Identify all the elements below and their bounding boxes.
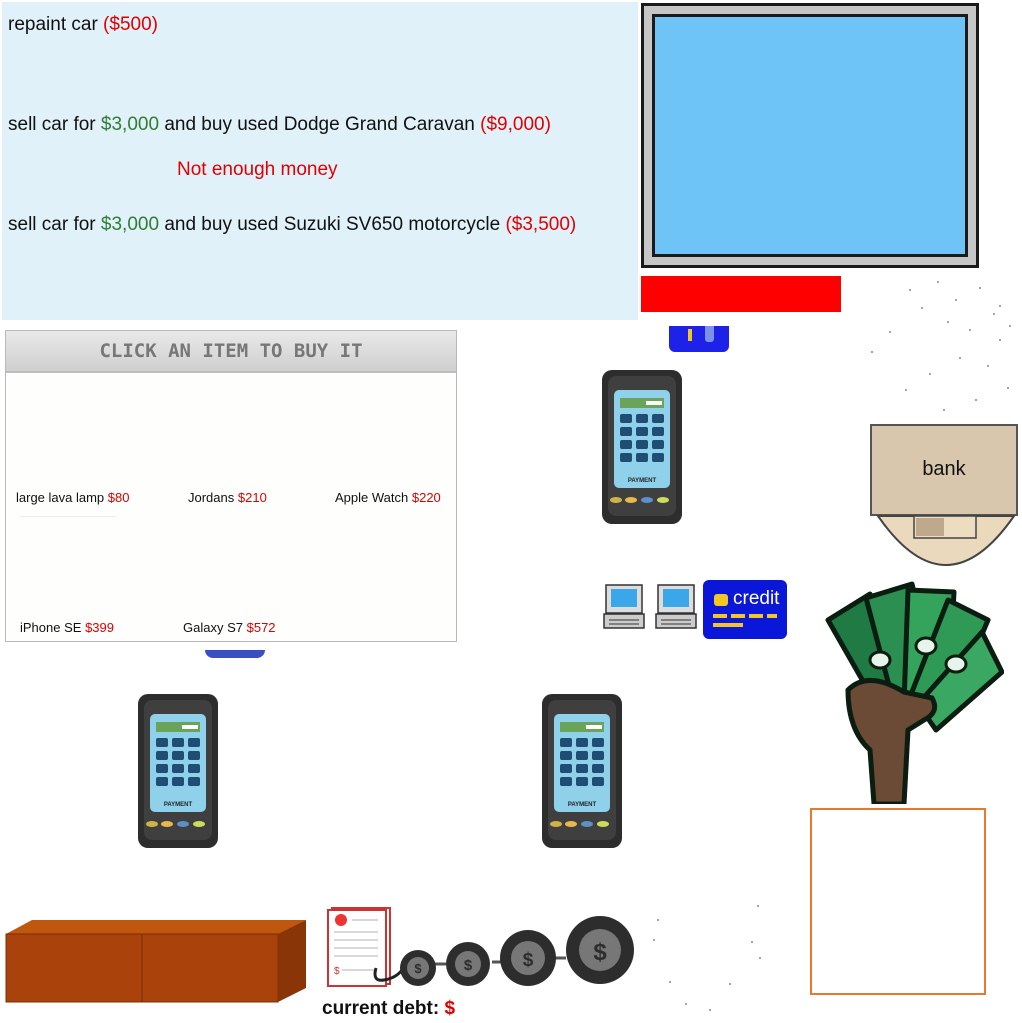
item-name: iPhone SE bbox=[20, 620, 82, 635]
debt-value: $ bbox=[444, 998, 456, 1019]
choice-panel: repaint car ($500) sell car for $3,000 a… bbox=[2, 2, 638, 320]
bank-label: bank bbox=[922, 458, 966, 480]
shop-header: CLICK AN ITEM TO BUY IT bbox=[6, 331, 456, 373]
shop-item-galaxy-s7[interactable]: Galaxy S7 $572 bbox=[183, 620, 276, 635]
computer-icon[interactable] bbox=[603, 584, 645, 630]
option-caravan-price: ($9,000) bbox=[480, 114, 551, 135]
option-motorcycle-sell-price: $3,000 bbox=[100, 214, 160, 235]
scatter-dots bbox=[871, 281, 1011, 411]
shop-item-lava-lamp[interactable]: large lava lamp $80 bbox=[16, 490, 129, 505]
shop-title: CLICK AN ITEM TO BUY IT bbox=[99, 340, 363, 362]
option-buy-caravan[interactable]: sell car for $3,000 and buy used Dodge G… bbox=[8, 114, 551, 136]
item-name: Jordans bbox=[188, 490, 235, 505]
item-price: $210 bbox=[237, 490, 267, 505]
cash-in-hand-icon bbox=[825, 581, 1004, 804]
not-enough-money-warning: Not enough money bbox=[177, 159, 338, 180]
option-buy-motorcycle[interactable]: sell car for $3,000 and buy used Suzuki … bbox=[8, 214, 576, 236]
debt-label: current debt bbox=[322, 998, 433, 1019]
terminal-label: PAYMENT bbox=[568, 802, 597, 808]
terminal-label: PAYMENT bbox=[628, 478, 657, 484]
computer-monitor bbox=[641, 3, 979, 268]
payment-terminal-icon: PAYMENT bbox=[138, 694, 218, 848]
option-caravan-pre: sell car for bbox=[8, 114, 101, 135]
debt-separator: : bbox=[432, 998, 440, 1019]
bank-button[interactable]: bank bbox=[870, 424, 1018, 516]
tab-slot-icon bbox=[705, 326, 714, 342]
svg-text:$: $ bbox=[334, 966, 340, 977]
payment-terminal[interactable]: PAYMENT bbox=[600, 370, 684, 526]
payment-terminal[interactable]: PAYMENT bbox=[136, 694, 220, 850]
wooden-desk bbox=[5, 920, 306, 1003]
option-caravan-sell-price: $3,000 bbox=[100, 114, 160, 135]
item-price: $80 bbox=[107, 490, 130, 505]
computer-icon[interactable] bbox=[655, 584, 697, 630]
red-bar bbox=[641, 276, 841, 312]
payment-terminal[interactable]: PAYMENT bbox=[540, 694, 624, 850]
svg-text:$: $ bbox=[414, 961, 422, 976]
option-repaint-car[interactable]: repaint car ($500) bbox=[8, 14, 158, 36]
svg-text:$: $ bbox=[523, 950, 534, 971]
item-name: Galaxy S7 bbox=[183, 620, 243, 635]
tab-marker-icon bbox=[688, 329, 692, 341]
svg-text:$: $ bbox=[593, 939, 607, 966]
scatter-dots bbox=[653, 905, 761, 1011]
item-price: $572 bbox=[246, 620, 276, 635]
credit-label: credit bbox=[733, 588, 780, 609]
item-price: $399 bbox=[85, 620, 114, 635]
item-price: $220 bbox=[411, 490, 441, 505]
debt-chain-icon: $ $ $ $ $ bbox=[327, 907, 634, 987]
orange-drop-box[interactable] bbox=[810, 808, 986, 995]
bank-vault-icon bbox=[876, 515, 1016, 566]
terminal-label: PAYMENT bbox=[164, 802, 193, 808]
svg-text:$: $ bbox=[464, 957, 473, 974]
shop-item-iphone-se[interactable]: iPhone SE $399 bbox=[20, 620, 114, 635]
shop-item-jordans[interactable]: Jordans $210 bbox=[188, 490, 267, 505]
shop-item-apple-watch[interactable]: Apple Watch $220 bbox=[335, 490, 441, 505]
shop-divider bbox=[20, 516, 116, 517]
item-name: Apple Watch bbox=[335, 490, 409, 505]
item-name: large lava lamp bbox=[16, 490, 105, 505]
credit-card-button[interactable]: credit bbox=[703, 580, 787, 639]
payment-terminal-icon: PAYMENT bbox=[542, 694, 622, 848]
option-caravan-mid: and buy used Dodge Grand Caravan bbox=[159, 114, 481, 135]
shop-tab[interactable] bbox=[205, 650, 265, 658]
payment-terminal-icon: PAYMENT bbox=[602, 370, 682, 524]
option-repaint-text: repaint car bbox=[8, 14, 104, 35]
card-chip-icon bbox=[714, 594, 728, 606]
current-debt: current debt: $ bbox=[322, 998, 455, 1020]
monitor-screen bbox=[652, 14, 968, 257]
option-motorcycle-price: ($3,500) bbox=[505, 214, 577, 235]
blue-tab[interactable] bbox=[669, 326, 729, 352]
option-motorcycle-pre: sell car for bbox=[8, 214, 101, 235]
shop-panel: CLICK AN ITEM TO BUY IT large lava lamp … bbox=[5, 330, 457, 642]
option-motorcycle-mid: and buy used Suzuki SV650 motorcycle bbox=[159, 214, 506, 235]
option-repaint-price: ($500) bbox=[103, 14, 158, 35]
